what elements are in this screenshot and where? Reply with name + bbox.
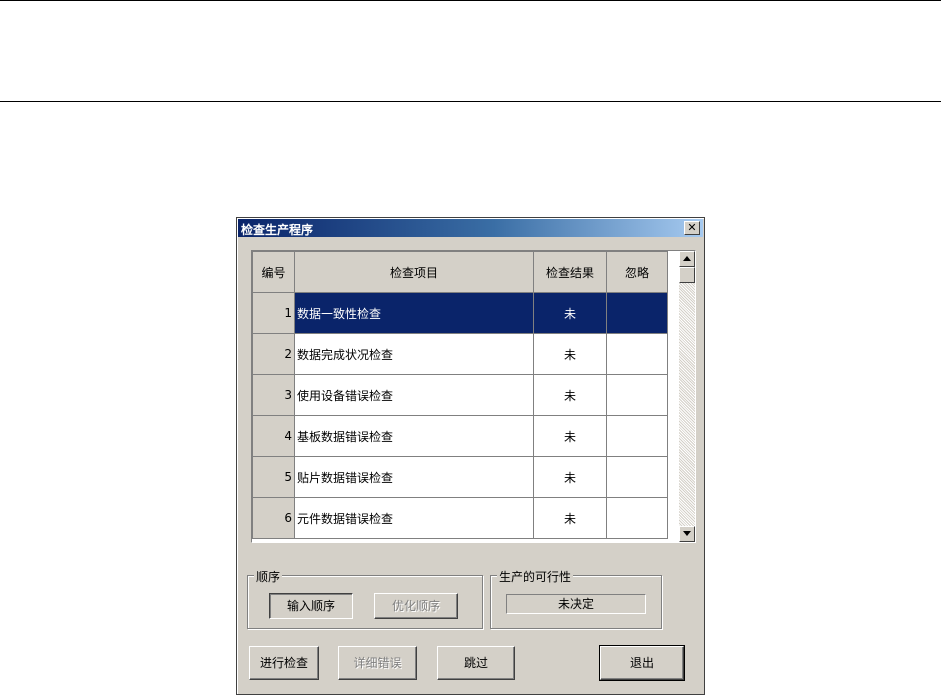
- row-ignore-cell[interactable]: [606, 333, 668, 375]
- row-check-item[interactable]: 数据完成状况检查: [294, 333, 534, 375]
- feasibility-group-label: 生产的可行性: [497, 568, 574, 585]
- row-check-item[interactable]: 基板数据错误检查: [294, 415, 534, 457]
- row-number: 2: [252, 333, 295, 375]
- detail-error-button[interactable]: 详细错误: [338, 646, 417, 680]
- input-order-button[interactable]: 输入顺序: [269, 593, 353, 619]
- row-number: 5: [252, 456, 295, 498]
- row-ignore-cell[interactable]: [606, 374, 668, 416]
- table-row[interactable]: 5 贴片数据错误检查 未: [252, 456, 668, 498]
- table-row[interactable]: 3 使用设备错误检查 未: [252, 374, 668, 416]
- row-ignore-cell[interactable]: [606, 292, 668, 334]
- column-header-ignore[interactable]: 忽略: [606, 251, 668, 293]
- row-check-result: 未: [533, 333, 607, 375]
- triangle-up-icon: [683, 256, 691, 261]
- exit-button[interactable]: 退出: [599, 645, 685, 681]
- row-ignore-cell[interactable]: [606, 497, 668, 539]
- table-row[interactable]: 1 数据一致性检查 未: [252, 292, 668, 334]
- title-bar[interactable]: 检查生产程序 ✕: [238, 219, 703, 237]
- close-icon: ✕: [687, 221, 697, 234]
- feasibility-status: 未决定: [506, 594, 646, 614]
- top-rule: [0, 0, 941, 1]
- order-group: 顺序 输入顺序 优化顺序: [247, 568, 483, 629]
- column-header-check-item[interactable]: 检查项目: [294, 251, 534, 293]
- run-check-button[interactable]: 进行检查: [249, 646, 319, 680]
- header-rule: [0, 101, 941, 102]
- column-header-check-result[interactable]: 检查结果: [533, 251, 607, 293]
- check-items-grid: 编号 检查项目 检查结果 忽略 1 数据一致性检查 未 2 数据完成状况检查 未: [251, 250, 696, 543]
- row-ignore-cell[interactable]: [606, 456, 668, 498]
- feasibility-group: 生产的可行性 未决定: [490, 568, 662, 629]
- row-check-result: 未: [533, 292, 607, 334]
- grid-header-row: 编号 检查项目 检查结果 忽略: [252, 251, 668, 293]
- skip-button[interactable]: 跳过: [437, 646, 515, 680]
- row-number: 6: [252, 497, 295, 539]
- scroll-up-button[interactable]: [679, 251, 695, 267]
- row-number: 4: [252, 415, 295, 457]
- row-number: 3: [252, 374, 295, 416]
- row-check-result: 未: [533, 497, 607, 539]
- row-check-result: 未: [533, 456, 607, 498]
- close-button[interactable]: ✕: [684, 221, 700, 235]
- scroll-down-button[interactable]: [679, 526, 695, 542]
- vertical-scrollbar[interactable]: [679, 251, 695, 542]
- row-number: 1: [252, 292, 295, 334]
- triangle-down-icon: [683, 531, 691, 536]
- row-check-item[interactable]: 数据一致性检查: [294, 292, 534, 334]
- row-ignore-cell[interactable]: [606, 415, 668, 457]
- row-check-item[interactable]: 元件数据错误检查: [294, 497, 534, 539]
- table-row[interactable]: 2 数据完成状况检查 未: [252, 333, 668, 375]
- table-row[interactable]: 4 基板数据错误检查 未: [252, 415, 668, 457]
- row-check-result: 未: [533, 374, 607, 416]
- column-header-number[interactable]: 编号: [252, 251, 295, 293]
- dialog-title: 检查生产程序: [241, 223, 314, 237]
- row-check-result: 未: [533, 415, 607, 457]
- check-production-dialog: 检查生产程序 ✕ 编号 检查项目 检查结果 忽略 1 数据一致性检查 未 2 数…: [236, 217, 705, 695]
- scroll-thumb[interactable]: [679, 267, 695, 283]
- table-row[interactable]: 6 元件数据错误检查 未: [252, 497, 668, 539]
- row-check-item[interactable]: 贴片数据错误检查: [294, 456, 534, 498]
- row-check-item[interactable]: 使用设备错误检查: [294, 374, 534, 416]
- order-group-label: 顺序: [254, 568, 283, 585]
- optimize-order-button[interactable]: 优化顺序: [374, 593, 458, 619]
